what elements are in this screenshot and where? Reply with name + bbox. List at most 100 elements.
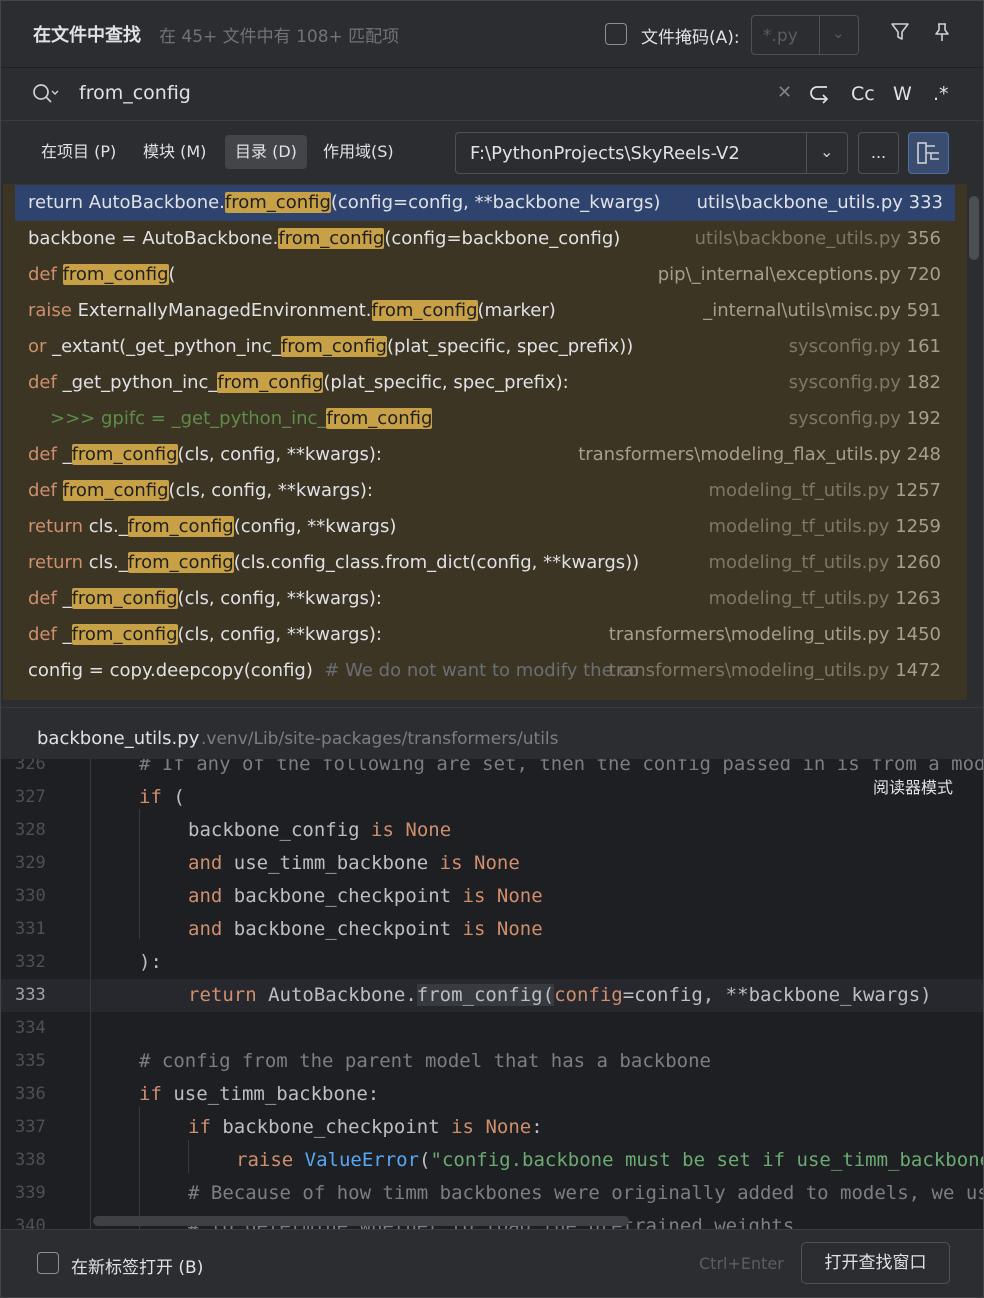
result-suffix: (config=config, **backbone_kwargs) xyxy=(330,192,661,213)
chevron-down-icon[interactable]: ⌄ xyxy=(832,24,845,42)
directory-select[interactable]: F:\PythonProjects\SkyReels-V2 ⌄ xyxy=(455,132,848,174)
filter-icon[interactable] xyxy=(889,21,911,48)
code-text: if use_timm_backbone: xyxy=(139,1083,380,1105)
result-line-number: 182 xyxy=(906,372,941,393)
result-file: utils\backbone_utils.py xyxy=(694,228,901,249)
result-location: modeling_tf_utils.py 1263 xyxy=(709,588,941,609)
result-file: _internal\utils\misc.py xyxy=(703,300,901,321)
code-line: 337 if backbone_checkpoint is None: xyxy=(1,1111,983,1144)
result-code: return cls._from_config(cls.config_class… xyxy=(28,552,639,573)
preview-icon[interactable] xyxy=(908,132,949,174)
result-file: modeling_tf_utils.py xyxy=(708,480,890,501)
code-line: 332 ): xyxy=(1,946,983,979)
result-row[interactable]: backbone = AutoBackbone.from_config(conf… xyxy=(3,221,967,257)
result-prefix: _ xyxy=(62,588,72,609)
result-row[interactable]: >>> gpifc = _get_python_inc_from_config s… xyxy=(3,401,967,437)
code-text: # Because of how timm backbones were ori… xyxy=(188,1182,983,1204)
line-number: 326 xyxy=(15,759,46,774)
result-row[interactable]: return AutoBackbone.from_config(config=c… xyxy=(15,185,955,221)
result-row[interactable]: return cls._from_config(config, **kwargs… xyxy=(3,509,967,545)
result-prompt: >>> gpifc = _get_python_inc_ xyxy=(50,408,327,429)
result-suffix: (cls, config, **kwargs): xyxy=(177,624,382,645)
pin-icon[interactable] xyxy=(931,21,953,48)
open-in-new-tab-checkbox[interactable] xyxy=(37,1252,59,1274)
result-row[interactable]: def from_config(cls, config, **kwargs): m… xyxy=(3,473,967,509)
file-mask-checkbox[interactable] xyxy=(605,23,627,45)
clear-icon[interactable]: ✕ xyxy=(777,82,792,103)
result-match: from_config xyxy=(62,264,169,285)
result-keyword: def xyxy=(28,372,63,393)
result-row[interactable]: def _get_python_inc_from_config(plat_spe… xyxy=(3,365,967,401)
results-scrollbar[interactable] xyxy=(969,196,979,260)
chevron-down-icon[interactable]: ⌄ xyxy=(820,142,833,161)
regex-toggle[interactable]: .* xyxy=(933,83,949,105)
result-line-number: 161 xyxy=(906,336,941,357)
result-location: modeling_tf_utils.py 1257 xyxy=(709,480,941,501)
result-line-number: 1259 xyxy=(895,516,941,537)
find-in-files-dialog: 在文件中查找 在 45+ 文件中有 108+ 匹配项 文件掩码(A): *.py… xyxy=(0,0,984,1298)
line-number: 340 xyxy=(15,1216,46,1229)
open-find-window-button[interactable]: 打开查找窗口 xyxy=(801,1242,950,1284)
line-number: 329 xyxy=(15,853,46,873)
result-location: utils\backbone_utils.py 333 xyxy=(697,192,943,213)
code-line: 328 backbone_config is None xyxy=(1,814,983,847)
code-text: backbone_config is None xyxy=(188,819,452,841)
code-preview[interactable]: 326 # If any of the following are set, t… xyxy=(1,759,983,1229)
file-mask-input[interactable]: *.py ⌄ xyxy=(751,15,859,55)
reader-mode-button[interactable]: 阅读器模式 xyxy=(873,774,953,798)
whole-word-toggle[interactable]: W xyxy=(893,83,912,105)
code-line: 329 and use_timm_backbone is None xyxy=(1,847,983,880)
result-prefix: return AutoBackbone. xyxy=(28,192,225,213)
code-line-current: 333 return AutoBackbone.from_config(conf… xyxy=(1,979,983,1012)
result-row[interactable]: return cls._from_config(cls.config_class… xyxy=(3,545,967,581)
result-row[interactable]: config = copy.deepcopy(config) # We do n… xyxy=(3,653,967,689)
result-file: transformers\modeling_utils.py xyxy=(608,624,890,645)
result-code: >>> gpifc = _get_python_inc_from_config xyxy=(50,408,433,429)
result-row[interactable]: raise ExternallyManagedEnvironment.from_… xyxy=(3,293,967,329)
result-location: sysconfig.py 161 xyxy=(789,336,941,357)
result-location: modeling_tf_utils.py 1259 xyxy=(709,516,941,537)
line-number: 327 xyxy=(15,787,46,807)
result-keyword: def xyxy=(28,588,63,609)
result-keyword: return xyxy=(28,516,89,537)
code-line: 335 # config from the parent model that … xyxy=(1,1045,983,1078)
replace-icon[interactable] xyxy=(807,83,831,110)
result-match: from_config xyxy=(127,516,234,537)
browse-button[interactable]: ... xyxy=(858,132,899,174)
result-file: sysconfig.py xyxy=(788,408,901,429)
result-line-number: 1260 xyxy=(895,552,941,573)
preview-file-bar: backbone_utils.py .venv/Lib/site-package… xyxy=(1,707,983,759)
result-match: from_config xyxy=(71,588,178,609)
tab-scope[interactable]: 作用域(S) xyxy=(313,135,404,169)
tab-module[interactable]: 模块 (M) xyxy=(133,135,216,169)
code-text: return AutoBackbone.from_config(config=c… xyxy=(188,984,932,1006)
result-line-number: 1472 xyxy=(895,660,941,681)
result-prefix: _ xyxy=(62,444,72,465)
result-line-number: 333 xyxy=(908,192,943,213)
result-row[interactable]: def from_config(pip\_internal\exceptions… xyxy=(3,257,967,293)
result-code: raise ExternallyManagedEnvironment.from_… xyxy=(28,300,556,321)
result-row[interactable]: def _from_config(cls, config, **kwargs):… xyxy=(3,581,967,617)
line-number: 338 xyxy=(15,1150,46,1170)
result-row[interactable]: def _from_config(cls, config, **kwargs):… xyxy=(3,437,967,473)
preview-file-name: backbone_utils.py xyxy=(37,728,200,749)
file-mask-label: 文件掩码(A): xyxy=(641,28,740,48)
result-code: backbone = AutoBackbone.from_config(conf… xyxy=(28,228,620,249)
result-suffix: (config=backbone_config) xyxy=(384,228,621,249)
indent-guide xyxy=(139,1107,140,1229)
match-case-toggle[interactable]: Cc xyxy=(851,83,875,105)
result-row[interactable]: or _extant(_get_python_inc_from_config(p… xyxy=(3,329,967,365)
result-suffix: (plat_specific, spec_prefix): xyxy=(323,372,569,393)
open-in-new-tab-label: 在新标签打开 (B) xyxy=(71,1258,204,1278)
search-icon[interactable] xyxy=(31,82,59,106)
result-file: modeling_tf_utils.py xyxy=(708,588,890,609)
search-row: from_config ✕ Cc W .* xyxy=(1,67,983,121)
tab-project[interactable]: 在项目 (P) xyxy=(31,135,126,169)
search-input[interactable]: from_config xyxy=(79,82,191,104)
tab-directory[interactable]: 目录 (D) xyxy=(225,135,307,169)
result-suffix: (marker) xyxy=(477,300,556,321)
result-suffix: (config, **kwargs) xyxy=(233,516,397,537)
horizontal-scrollbar[interactable] xyxy=(93,1216,629,1226)
line-number: 339 xyxy=(15,1183,46,1203)
result-row[interactable]: def _from_config(cls, config, **kwargs):… xyxy=(3,617,967,653)
